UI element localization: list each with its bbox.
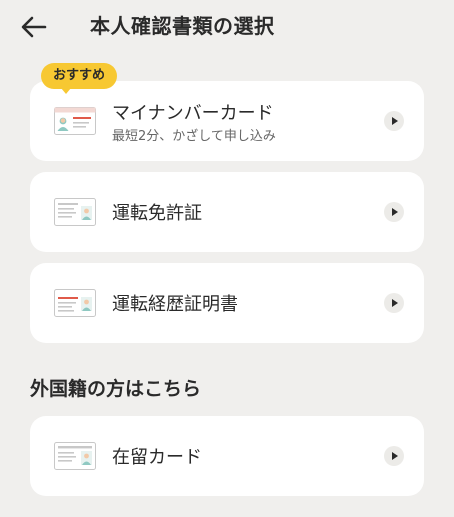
residence-card-icon — [54, 442, 96, 470]
driving-history-certificate-icon — [54, 289, 96, 317]
card-label: 運転経歴証明書 — [112, 294, 238, 315]
drivers-license-icon — [54, 198, 96, 226]
play-icon — [384, 446, 404, 466]
card-sublabel: 最短2分、かざして申し込み — [112, 129, 276, 144]
card-label: 運転免許証 — [112, 203, 202, 224]
header: 本人確認書類の選択 — [0, 0, 454, 52]
section-title: 外国籍の方はこちら — [30, 378, 202, 400]
play-icon — [384, 293, 404, 313]
card-label: マイナンバーカード — [112, 103, 274, 124]
drivers-license-option[interactable]: 運転免許証 — [30, 172, 424, 252]
arrow-left-icon[interactable] — [18, 11, 50, 43]
play-icon — [384, 202, 404, 222]
residence-card-option[interactable]: 在留カード — [30, 416, 424, 496]
driving-history-certificate-option[interactable]: 運転経歴証明書 — [30, 263, 424, 343]
page-title: 本人確認書類の選択 — [90, 14, 275, 38]
play-icon — [384, 111, 404, 131]
card-label: 在留カード — [112, 447, 202, 468]
mynumber-card-option[interactable]: マイナンバーカード 最短2分、かざして申し込み — [30, 81, 424, 161]
mynumber-card-icon — [54, 107, 96, 135]
recommend-badge: おすすめ — [41, 63, 118, 94]
